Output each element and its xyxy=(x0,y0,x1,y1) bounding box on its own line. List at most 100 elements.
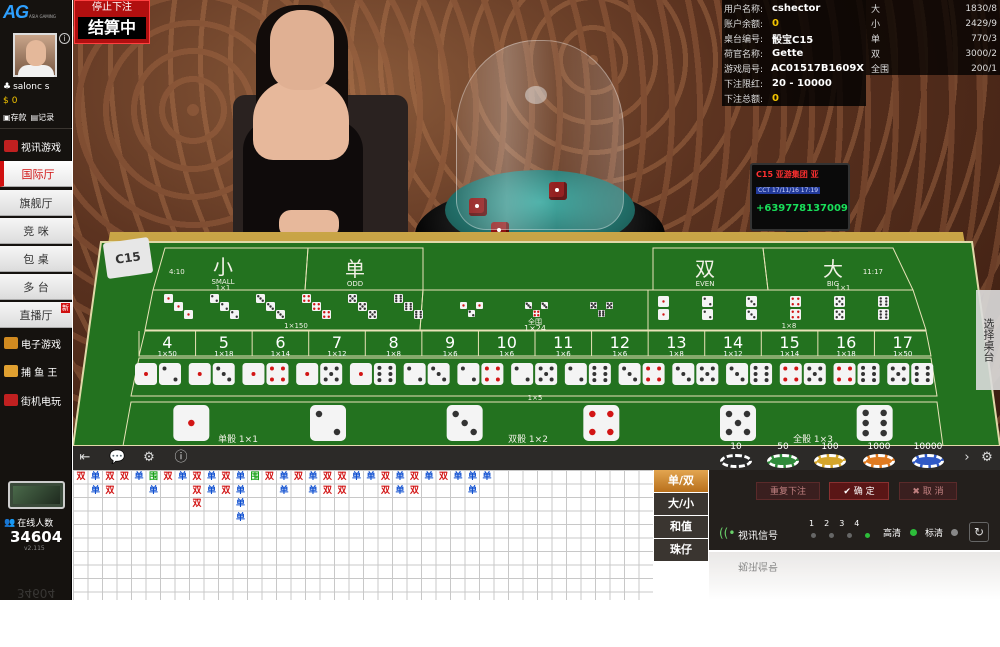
die-pip xyxy=(608,304,611,307)
die-face xyxy=(856,405,893,441)
hall-tab-0[interactable]: 国际厅 xyxy=(0,161,72,187)
cancel-button[interactable]: ✖ 取 消 xyxy=(899,482,957,500)
gear-icon[interactable]: ⚙ xyxy=(979,450,995,466)
sidebar-item-label: 电子游戏 xyxy=(21,339,61,351)
roadmap-cell: 单 xyxy=(90,485,100,496)
sidebar-item-arcade[interactable]: 街机电玩 xyxy=(0,388,72,412)
users-icon: 👥 xyxy=(4,517,16,528)
roadmap-cell: 围 xyxy=(250,472,260,482)
signal-dot[interactable] xyxy=(829,533,834,538)
sidebar-item-electronic[interactable]: 电子游戏 xyxy=(0,331,72,355)
roadmap-cell: 双 xyxy=(337,472,347,482)
user-icon: ♣ xyxy=(3,82,12,92)
signal-dot[interactable] xyxy=(847,533,852,538)
die-pip xyxy=(313,303,316,306)
die-pip xyxy=(879,310,882,313)
die-pip xyxy=(880,419,887,427)
repeat-bet-button[interactable]: 重复下注 xyxy=(756,482,820,500)
hall-tab-2[interactable]: 竞 咪 xyxy=(0,218,72,244)
die-pip xyxy=(317,307,320,310)
ag-logo: AG ASIA GAMING xyxy=(3,2,69,24)
info-icon[interactable]: ⓘ xyxy=(173,450,189,466)
die-pip xyxy=(743,410,751,418)
roadmap-tab-2[interactable]: 和值 xyxy=(654,516,708,538)
logo-text: AG xyxy=(3,2,29,22)
info-icon[interactable]: i xyxy=(59,33,70,44)
die-pip xyxy=(835,316,838,319)
chip-3[interactable]: 1000 xyxy=(863,442,895,470)
chip-4[interactable]: 10000 xyxy=(912,442,944,470)
hd-label: 高清 xyxy=(883,529,902,539)
hd-radio[interactable] xyxy=(910,529,917,536)
die-pip xyxy=(267,303,270,306)
die-pip xyxy=(431,366,436,371)
die-pip xyxy=(914,365,919,370)
roadmap-cell: 双 xyxy=(192,499,202,509)
chevron-right-icon[interactable]: › xyxy=(959,450,975,466)
hall-tab-3[interactable]: 包 桌 xyxy=(0,246,72,272)
hall-tab-1[interactable]: 旗舰厅 xyxy=(0,190,72,216)
die-pip xyxy=(603,365,608,370)
die-pip xyxy=(549,366,554,371)
sidebar-item-fishing[interactable]: 捕 鱼 王 xyxy=(0,359,72,383)
records-button[interactable]: ▤记录 xyxy=(31,112,55,123)
confirm-button[interactable]: ✔ 确 定 xyxy=(829,482,889,500)
roadmap-tab-1[interactable]: 大/小 xyxy=(654,493,708,515)
die-pip xyxy=(471,377,476,382)
info-label: 用户名称: xyxy=(724,5,764,15)
select-table-tab[interactable]: 选择桌台 xyxy=(976,290,1000,390)
hall-tab-4[interactable]: 多 台 xyxy=(0,274,72,300)
die-pip xyxy=(740,377,745,382)
chip-1[interactable]: 50 xyxy=(767,442,799,470)
chat-icon[interactable]: 💬 xyxy=(109,450,125,466)
die-pip xyxy=(187,313,190,316)
die-face xyxy=(302,294,311,303)
settings-icon[interactable]: ⚙ xyxy=(141,450,157,466)
total-pay: 1×12 xyxy=(327,350,346,358)
status-main-text: 结算中 xyxy=(78,17,146,39)
die-pip xyxy=(419,315,422,319)
die-pip xyxy=(791,297,794,300)
info-row: 用户名称: cshector xyxy=(724,1,864,16)
die-pip xyxy=(353,299,356,302)
die-pip xyxy=(750,313,753,316)
sidebar-item-video-games[interactable]: 视讯游戏 xyxy=(0,134,72,158)
chip-0[interactable]: 10 xyxy=(720,442,752,470)
die-pip xyxy=(543,304,546,307)
total-pay: 1×6 xyxy=(556,350,571,358)
die-pip xyxy=(323,377,328,382)
signal-dot[interactable] xyxy=(811,533,816,538)
die-pip xyxy=(646,377,651,382)
die-pip xyxy=(373,311,376,314)
die-pip xyxy=(753,303,756,306)
hall-tab-5[interactable]: 直播厅新 xyxy=(0,302,72,328)
avatar[interactable] xyxy=(13,33,57,77)
die-pip xyxy=(358,372,363,376)
die-pip xyxy=(896,372,901,376)
die-pip xyxy=(681,372,686,376)
sd-radio[interactable] xyxy=(951,529,958,536)
die-pip xyxy=(419,313,422,316)
chip-2[interactable]: 100 xyxy=(814,442,846,470)
die-pip xyxy=(407,366,412,371)
table-felt: 4:10 小SMALL1×1单ODD双EVEN大BIG11:171×11×150 全… xyxy=(73,241,1000,446)
roadmap-tab-0[interactable]: 单/双 xyxy=(654,470,708,492)
die-pip xyxy=(257,295,260,298)
roadmap-tab-3[interactable]: 珠仔 xyxy=(654,539,708,561)
die-pip xyxy=(377,378,382,383)
die-pip xyxy=(818,377,823,382)
die-pip xyxy=(879,316,882,319)
die-pip xyxy=(662,313,665,316)
die-pip xyxy=(549,377,554,382)
die-pip xyxy=(388,365,393,370)
die-pip xyxy=(495,377,500,382)
info-value: Gette xyxy=(772,48,804,59)
exit-icon[interactable]: ⇤ xyxy=(77,450,93,466)
deposit-button[interactable]: ▣存款 xyxy=(3,112,27,123)
signal-dot-active[interactable] xyxy=(865,533,870,538)
signal-level: 2 xyxy=(824,519,830,528)
version-text: v2.115 xyxy=(24,545,45,552)
die-pip xyxy=(351,297,354,300)
mobile-app-icon[interactable] xyxy=(8,481,65,509)
refresh-icon[interactable]: ↻ xyxy=(969,522,989,542)
